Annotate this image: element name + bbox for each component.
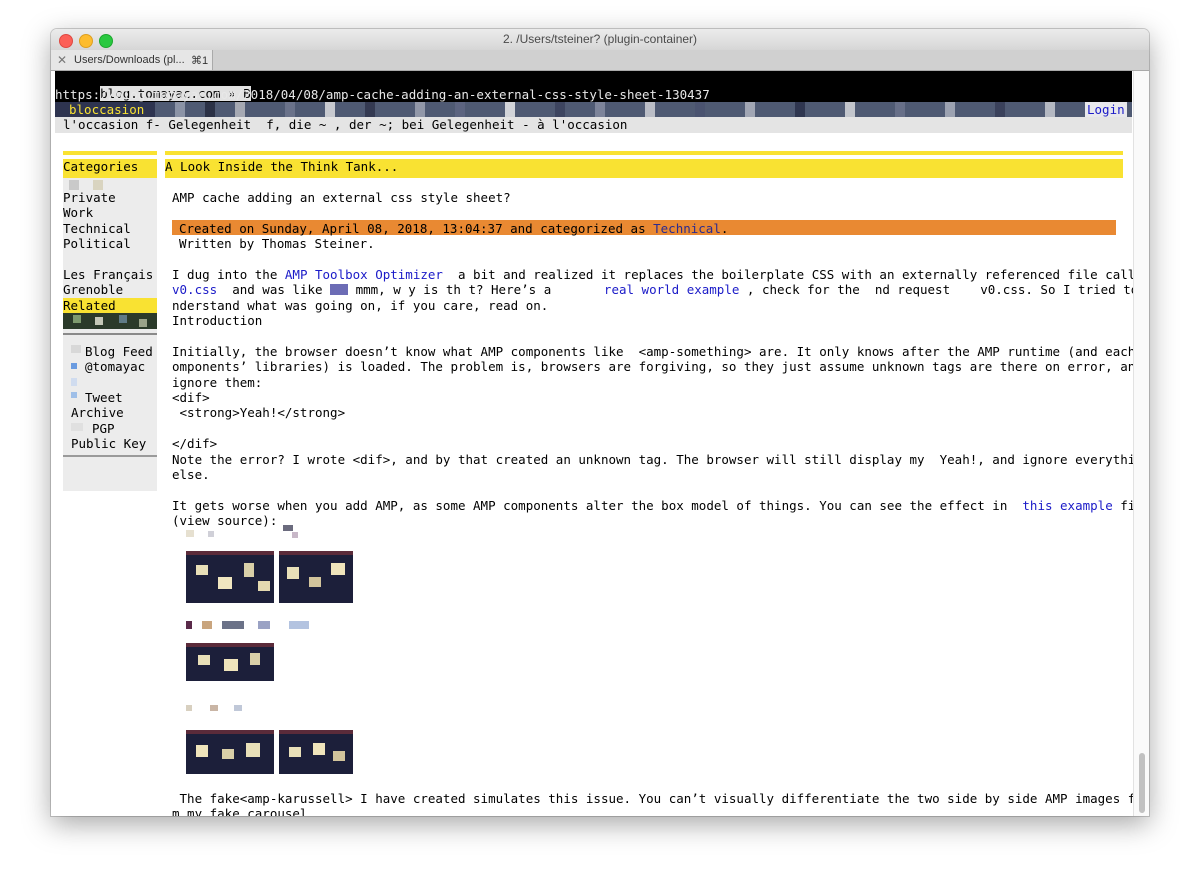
code-line-1: <dif>	[172, 390, 210, 405]
tab-shortcut: ⌘1	[191, 55, 209, 67]
url-line[interactable]: https://blog.tomayac.com/2018/04/08/amp-…	[55, 87, 710, 102]
public-key-link[interactable]: Public Key	[71, 436, 146, 451]
category-grenoble[interactable]: Grenoble	[63, 282, 123, 297]
archive-link[interactable]: Archive	[71, 405, 124, 420]
paragraph-2-line-1: Initially, the browser doesn’t know what…	[172, 344, 1149, 359]
paragraph-3-line-2: else.	[172, 467, 210, 482]
real-world-example-link[interactable]: real world example	[604, 282, 739, 297]
login-link[interactable]: Login	[1085, 102, 1127, 117]
paragraph-1-line-3: nderstand what was going on, if you care…	[172, 298, 549, 313]
p1-text-1: I dug into the	[172, 267, 285, 282]
meta-category-link[interactable]: Technical	[653, 221, 721, 236]
paragraph-1-line-1: I dug into the AMP Toolbox Optimizer a b…	[172, 267, 1149, 282]
p1-text-5: , check for the nd request v0.css. So I …	[739, 282, 1149, 297]
category-technical[interactable]: Technical	[63, 221, 131, 236]
article-author: Written by Thomas Steiner.	[179, 236, 375, 251]
pgp-link[interactable]: PGP	[92, 421, 115, 436]
categories-heading: Categories	[63, 159, 157, 174]
tomayac-link[interactable]: @tomayac	[85, 359, 145, 374]
site-headline: A Look Inside the Think Tank...	[165, 159, 1123, 174]
category-work[interactable]: Work	[63, 205, 93, 220]
article-meta: Created on Sunday, April 08, 2018, 13:04…	[179, 221, 728, 236]
vertical-scrollbar[interactable]	[1133, 71, 1149, 816]
this-example-link[interactable]: this example	[1022, 498, 1112, 513]
code-line-4: </dif>	[172, 436, 218, 451]
code-line-2: <strong>Yeah!</strong>	[172, 405, 346, 420]
twitter-icon	[71, 363, 77, 369]
tagline: l'occasion f- Gelegenheit f, die ~ , der…	[63, 117, 628, 132]
related-heading: Related	[63, 298, 157, 313]
tab-label: Users/Downloads (pl...	[74, 54, 185, 66]
close-tab-icon[interactable]: ✕	[57, 53, 67, 67]
category-private[interactable]: Private	[63, 190, 116, 205]
tweet-link[interactable]: Tweet	[85, 390, 123, 405]
terminal-window: 2. /Users/tsteiner? (plugin-container) ✕…	[51, 29, 1149, 816]
tweet-icon	[71, 392, 77, 398]
blog-feed-link[interactable]: Blog Feed	[85, 344, 153, 359]
title-bar: 2. /Users/tsteiner? (plugin-container)	[51, 29, 1149, 51]
paragraph-3-line-1: Note the error? I wrote <dif>, and by th…	[172, 452, 1149, 467]
paragraph-2-line-3: ignore them:	[172, 375, 263, 390]
paragraph-4-line-2: (view source):	[172, 513, 278, 528]
emoji-image	[330, 284, 349, 295]
meta-text: Created on Sunday, April 08, 2018, 13:04…	[179, 221, 654, 236]
paragraph-5-line-1: The fake<amp-karussell> I have created s…	[172, 791, 1149, 806]
p1-text-3: and was like	[217, 282, 331, 297]
category-political[interactable]: Political	[63, 236, 131, 251]
site-banner: bloccasion Login	[55, 102, 1132, 117]
paragraph-2-line-2: omponents’ libraries) is loaded. The pro…	[172, 359, 1143, 374]
paragraph-4-line-1: It gets worse when you add AMP, as some …	[172, 498, 1149, 513]
scrollbar-thumb[interactable]	[1139, 753, 1145, 813]
introduction-heading: Introduction	[172, 313, 263, 328]
site-name[interactable]: bloccasion	[69, 102, 144, 117]
tab-bar: ✕ Users/Downloads (pl... ⌘1	[51, 50, 1149, 71]
terminal-tab[interactable]: ✕ Users/Downloads (pl... ⌘1	[51, 50, 213, 70]
amp-toolbox-link[interactable]: AMP Toolbox Optimizer	[285, 267, 443, 282]
tagline-bar: l'occasion f- Gelegenheit f, die ~ , der…	[55, 117, 1132, 133]
meta-suffix: .	[720, 221, 729, 236]
page-body: Categories A Look Inside the Think Tank.…	[55, 133, 1149, 816]
category-les-francais[interactable]: Les Français	[63, 267, 153, 282]
article-title: AMP cache adding an external css style s…	[172, 190, 511, 205]
v0-css-link[interactable]: v0.css	[172, 282, 217, 297]
paragraph-1-line-2: v0.css and was like mmm, w y is th t? He…	[172, 282, 1149, 297]
p1-text-4: mmm, w y is th t? Here’s a	[348, 282, 604, 297]
terminal-content[interactable]: blog.tomayac.com » B https://blog.tomaya…	[55, 71, 1149, 816]
window-title: 2. /Users/tsteiner? (plugin-container)	[502, 32, 698, 46]
paragraph-5-line-2: m my fake carousel.	[172, 806, 315, 816]
p4-text-1: It gets worse when you add AMP, as some …	[172, 498, 1023, 513]
p1-text-2: a bit and realized it replaces the boile…	[442, 267, 1149, 282]
